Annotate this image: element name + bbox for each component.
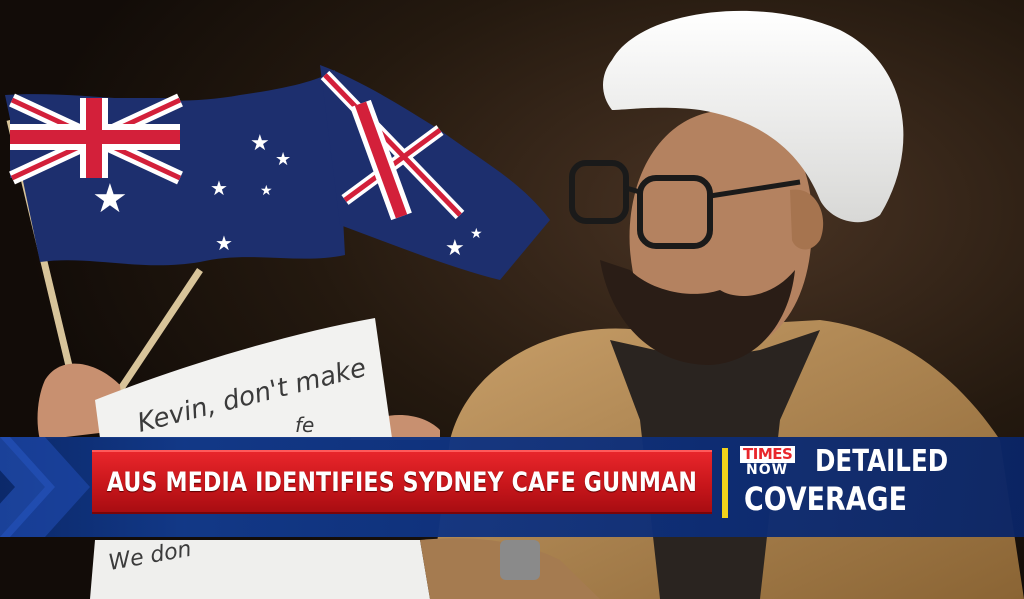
svg-text:★: ★ [92, 176, 128, 222]
ticker-divider [722, 448, 728, 518]
channel-logo: TIMES NOW [740, 446, 814, 480]
headline-banner: AUS MEDIA IDENTIFIES SYDNEY CAFE GUNMAN [92, 450, 712, 514]
headline-text: AUS MEDIA IDENTIFIES SYDNEY CAFE GUNMAN [106, 466, 698, 498]
svg-text:★: ★ [215, 231, 233, 255]
coverage-label-line2: COVERAGE [744, 480, 907, 518]
svg-text:★: ★ [445, 236, 465, 261]
svg-text:★: ★ [210, 176, 228, 200]
svg-text:★: ★ [260, 183, 273, 199]
sign-text-line2: fe [295, 413, 314, 437]
wristwatch [500, 540, 540, 580]
australian-flag-left: ★ ★ ★ ★ ★ ★ [5, 70, 345, 266]
video-frame: ★ ★ ★ ★ ★ ★ ★ ★ Kevin, don't make fe We … [0, 0, 1024, 599]
coverage-label-line1: DETAILED [815, 444, 949, 479]
svg-text:★: ★ [250, 131, 270, 156]
channel-logo-top: TIMES [740, 446, 796, 463]
channel-logo-bottom: NOW [746, 462, 789, 478]
svg-text:★: ★ [275, 149, 291, 170]
svg-text:★: ★ [470, 226, 483, 242]
